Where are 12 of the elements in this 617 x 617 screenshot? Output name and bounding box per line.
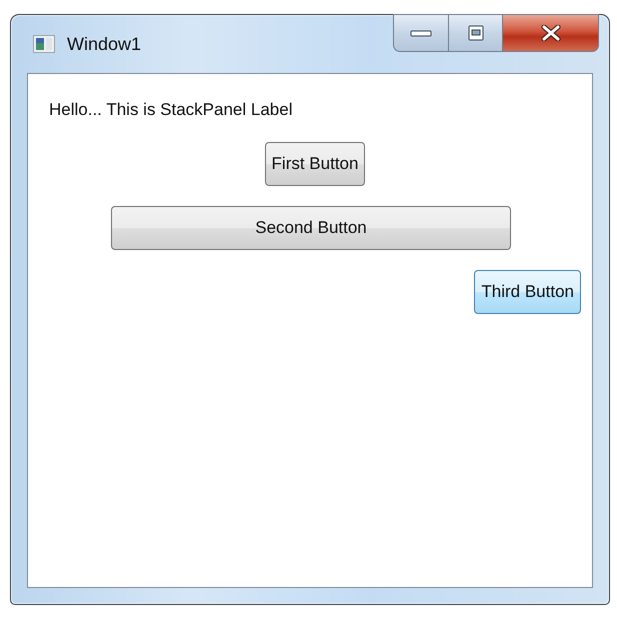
stackpanel-label: Hello... This is StackPanel Label bbox=[49, 100, 294, 120]
stackpanel-button[interactable]: First Button bbox=[264, 142, 366, 186]
stackpanel-button[interactable]: Second Button bbox=[111, 206, 511, 250]
close-button[interactable] bbox=[503, 14, 599, 52]
close-icon bbox=[540, 25, 560, 41]
minimize-icon bbox=[410, 28, 432, 38]
stackpanel-button[interactable]: Third Button bbox=[474, 270, 581, 314]
maximize-button[interactable] bbox=[449, 14, 503, 52]
minimize-button[interactable] bbox=[393, 14, 449, 52]
restore-icon bbox=[468, 25, 484, 41]
window-icon bbox=[33, 35, 55, 53]
window-title: Window1 bbox=[67, 34, 142, 54]
